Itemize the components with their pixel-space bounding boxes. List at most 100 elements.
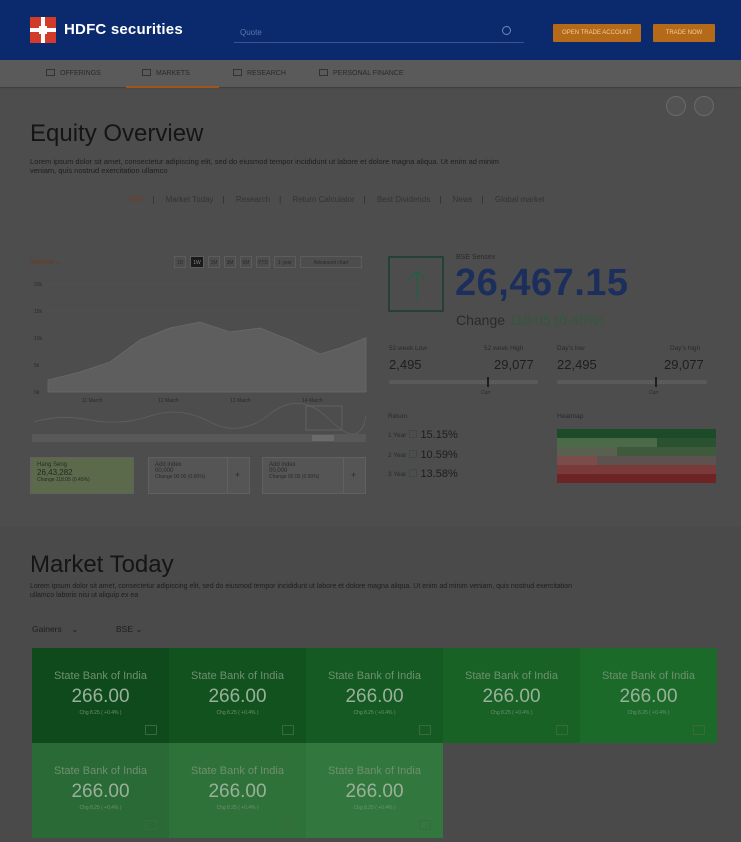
expand-icon xyxy=(419,725,431,735)
day-high-value: 29,077 xyxy=(664,357,704,372)
sublink-market-today[interactable]: Market Today xyxy=(166,195,214,204)
x-tick: 12 March xyxy=(158,398,179,404)
range-1m[interactable]: 1M xyxy=(208,256,220,268)
chevron-down-icon: ⌄ xyxy=(55,259,62,266)
sublink-news[interactable]: News xyxy=(453,195,473,204)
day-low-value: 22,495 xyxy=(557,357,597,372)
52w-current-marker xyxy=(487,377,489,387)
x-tick: 13 March xyxy=(230,398,251,404)
52w-current-label: Curr xyxy=(481,390,491,396)
sublink-best-dividends[interactable]: Best Dividends xyxy=(377,195,430,204)
add-index-card[interactable]: Add index 00,000 Change 00.00 (0.00%) + xyxy=(148,457,250,494)
ticker-value: 26,467.15 xyxy=(455,262,629,304)
chart-area xyxy=(47,321,367,393)
expand-icon xyxy=(282,820,294,830)
x-tick: 14 March xyxy=(302,398,323,404)
scrollbar-thumb[interactable] xyxy=(312,435,334,441)
return-row: 3 Year 13.58% xyxy=(388,468,458,480)
overview-sublinks: Info | Market Today | Research | Return Cal… xyxy=(130,195,545,204)
heatmap[interactable] xyxy=(557,429,716,483)
range-1d[interactable]: 1D xyxy=(174,256,186,268)
filter-gainers[interactable]: Gainers ⌄ xyxy=(32,624,78,635)
markets-icon xyxy=(142,69,151,76)
stock-tile[interactable]: State Bank of India 266.00 Chg 8.25 ( +0.4… xyxy=(169,648,306,743)
arrow-up-icon xyxy=(409,469,418,477)
range-3m[interactable]: 3M xyxy=(224,256,236,268)
return-row: 1 Year 15.15% xyxy=(388,429,458,441)
page-title: Equity Overview xyxy=(30,120,204,147)
52w-range-bar xyxy=(389,380,538,384)
y-tick: 20k xyxy=(34,282,43,288)
y-tick: 0k xyxy=(34,390,40,396)
open-account-button[interactable]: OPEN TRADE ACCOUNT xyxy=(553,24,641,42)
nav-offerings[interactable]: OFFERINGS xyxy=(46,60,101,88)
day-current-marker xyxy=(655,377,657,387)
sublink-research[interactable]: Research xyxy=(236,195,270,204)
stock-tile[interactable]: State Bank of India 266.00 Chg 8.25 ( +0.4… xyxy=(306,743,443,838)
overview-description: Lorem ipsum dolor sit amet, consectetur … xyxy=(30,157,499,175)
arrow-up-icon xyxy=(409,450,418,458)
navigator-line xyxy=(33,402,367,435)
return-row: 2 Year 10.59% xyxy=(388,449,458,461)
expand-icon xyxy=(556,725,568,735)
nav-research[interactable]: RESEARCH xyxy=(233,60,286,88)
stock-tile[interactable]: State Bank of India 266.00 Chg 8.25 ( +0.4… xyxy=(169,743,306,838)
ticker-label: BSE Sensex xyxy=(456,254,496,261)
stock-tile[interactable]: State Bank of India 266.00 Chg 8.25 ( +0.4… xyxy=(32,743,169,838)
nav-personal-finance[interactable]: PERSONAL FINANCE xyxy=(319,60,404,88)
market-today-title: Market Today xyxy=(30,551,174,578)
x-tick: 11 March xyxy=(82,398,103,404)
stock-tile[interactable]: State Bank of India 266.00 Chg 8.25 ( +0.4… xyxy=(580,648,717,743)
range-1w[interactable]: 1W xyxy=(190,256,204,268)
day-current-label: Curr xyxy=(649,390,659,396)
arrow-up-icon xyxy=(409,430,418,438)
search-icon[interactable] xyxy=(502,26,511,35)
y-tick: 10k xyxy=(34,336,43,342)
market-today-description: Lorem ipsum dolor sit amet, consectetur … xyxy=(30,583,572,599)
y-tick: 5k xyxy=(34,363,40,369)
offerings-icon xyxy=(46,69,55,76)
expand-icon xyxy=(419,820,431,830)
52w-high-value: 29,077 xyxy=(494,357,534,372)
add-icon[interactable]: + xyxy=(343,458,363,493)
sensex-chart[interactable]: 20k 15k 10k 5k 0k 11 March 12 March 13 M… xyxy=(30,276,368,451)
day-range-bar xyxy=(557,380,707,384)
nav-markets[interactable]: MARKETS xyxy=(126,60,219,88)
sublink-return-calculator[interactable]: Return Calculator xyxy=(292,195,354,204)
range-6m[interactable]: 6M xyxy=(240,256,252,268)
expand-icon xyxy=(145,725,157,735)
52w-high-label: 52 week High xyxy=(484,345,524,352)
day-high-label: Day's high xyxy=(670,345,701,352)
search-input[interactable]: Quote xyxy=(234,25,524,43)
stock-tile[interactable]: State Bank of India 266.00 Chg 8.25 ( +0.4… xyxy=(32,648,169,743)
stock-tile[interactable]: State Bank of India 266.00 Chg 8.25 ( +0.4… xyxy=(306,648,443,743)
y-tick: 15k xyxy=(34,309,43,315)
expand-icon xyxy=(282,725,294,735)
index-card-hang-seng[interactable]: Hang Seng 26,43,282 Change 118.05 (0.45%… xyxy=(30,457,134,494)
up-arrow-icon xyxy=(388,256,444,312)
top-header: HDFC securities Quote OPEN TRADE ACCOUNT… xyxy=(0,0,741,60)
trade-now-button[interactable]: TRADE NOW xyxy=(653,24,715,42)
advanced-chart-button[interactable]: Advanced chart xyxy=(300,256,362,268)
sublink-global-market[interactable]: Global market xyxy=(495,195,545,204)
add-icon[interactable]: + xyxy=(227,458,247,493)
bookmark-icon[interactable] xyxy=(666,96,686,116)
chevron-down-icon: ⌄ xyxy=(71,624,79,634)
share-icon[interactable] xyxy=(694,96,714,116)
sublink-info[interactable]: Info xyxy=(130,195,143,204)
index-select[interactable]: Sensex ⌄ xyxy=(30,258,61,266)
personal-finance-icon xyxy=(319,69,328,76)
range-ytd[interactable]: YTD xyxy=(256,256,270,268)
research-icon xyxy=(233,69,242,76)
range-1year[interactable]: 1 year xyxy=(274,256,296,268)
hdfc-logo-icon[interactable] xyxy=(30,17,56,43)
heatmap-title: Heatmap xyxy=(557,413,584,420)
filter-exchange[interactable]: BSE ⌄ xyxy=(116,624,143,635)
add-index-card[interactable]: Add index 00,000 Change 00.00 (0.00%) + xyxy=(262,457,366,494)
expand-icon xyxy=(693,725,705,735)
stock-tile[interactable]: State Bank of India 266.00 Chg 8.25 ( +0.4… xyxy=(443,648,580,743)
main-nav: OFFERINGS MARKETS RESEARCH PERSONAL FINA… xyxy=(0,60,741,88)
ticker-change: Change 118.05 (0.45%) xyxy=(456,312,604,328)
expand-icon xyxy=(145,820,157,830)
brand-name: HDFC securities xyxy=(64,21,183,38)
